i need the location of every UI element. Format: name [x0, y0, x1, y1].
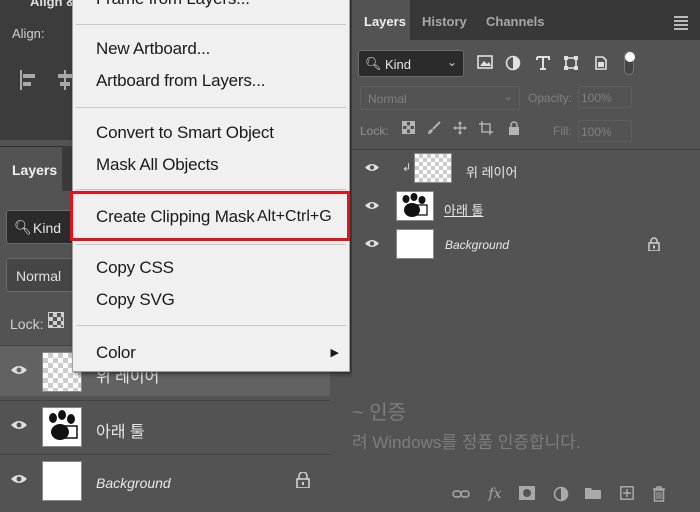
lock-icon	[648, 237, 660, 254]
eye-icon[interactable]	[364, 238, 380, 252]
chevron-down-icon: ⌄	[446, 55, 457, 69]
filter-pixel-layers-icon[interactable]	[476, 55, 494, 73]
kind-filter-left[interactable]: 🔍︎ Kind	[6, 210, 76, 244]
clipping-arrow-icon: ↲	[402, 162, 412, 174]
chevron-down-icon: ⌄	[503, 91, 513, 103]
menu-separator	[76, 189, 346, 190]
tab-history-label: History	[422, 14, 467, 29]
filter-type-layers-icon[interactable]	[534, 55, 552, 73]
opacity-field[interactable]: 100%	[578, 86, 632, 108]
move-icon[interactable]	[452, 121, 468, 137]
align-left-edges-icon[interactable]	[20, 70, 38, 90]
layer-context-menu: Frame from Layers... New Artboard... Art…	[72, 0, 350, 372]
trash-icon[interactable]	[650, 486, 668, 504]
eye-icon[interactable]	[364, 200, 380, 214]
eye-icon[interactable]	[364, 162, 380, 176]
filter-toggle-switch[interactable]	[624, 51, 635, 75]
layer-name: Background	[445, 238, 510, 252]
tab-channels-label: Channels	[486, 14, 545, 29]
blend-mode-dropdown[interactable]: Normal ⌄	[360, 86, 520, 110]
activation-watermark-title: ~ 인증	[352, 402, 407, 424]
lock-transparent-pixels-icon[interactable]	[400, 121, 416, 137]
submenu-arrow-icon: ▶	[330, 347, 339, 359]
blend-mode-value: Normal	[368, 92, 407, 106]
menu-item-artboard-from-layers[interactable]: Artboard from Layers...	[96, 71, 265, 91]
layer-name: Background	[96, 475, 171, 491]
menu-item-frame-from-layers[interactable]: Frame from Layers...	[96, 0, 250, 9]
tabbar-right: Layers History Channels	[352, 0, 700, 40]
layer-row[interactable]: Background	[0, 454, 330, 505]
activation-watermark-text: 려 Windows를 정품 인증합니다.	[352, 433, 581, 452]
artboard-icon[interactable]	[478, 121, 494, 137]
kind-filter-right[interactable]: 🔍︎ Kind ⌄	[358, 50, 464, 77]
layer-name: 아래 툴	[444, 203, 484, 218]
fill-field[interactable]: 100%	[578, 120, 632, 142]
lock-label: Lock:	[360, 124, 389, 138]
layer-thumbnail	[42, 461, 82, 501]
fx-icon[interactable]: fx	[486, 486, 504, 504]
lock-icon[interactable]	[506, 121, 522, 137]
filter-shape-layers-icon[interactable]	[562, 55, 580, 73]
filter-adjustment-layers-icon[interactable]	[504, 55, 522, 73]
menu-item-copy-svg[interactable]: Copy SVG	[96, 290, 175, 310]
search-icon: 🔍︎	[365, 56, 382, 71]
tab-layers-label: Layers	[364, 14, 406, 29]
menu-separator	[76, 107, 346, 108]
menu-separator	[76, 24, 346, 25]
lock-transparent-pixels-icon[interactable]	[48, 312, 64, 328]
menu-item-new-artboard[interactable]: New Artboard...	[96, 39, 210, 59]
align-panel-title: Align &	[30, 0, 76, 9]
lock-label-left: Lock:	[10, 316, 44, 332]
menu-item-mask-all-objects[interactable]: Mask All Objects	[96, 155, 219, 175]
opacity-label: Opacity:	[528, 91, 573, 105]
paw-print-thumbnail	[42, 407, 82, 447]
highlight-box	[70, 191, 350, 241]
layer-name: 아래 툴	[96, 424, 145, 441]
opacity-value: 100%	[581, 91, 612, 105]
layers-bottom-toolbar: fx	[352, 480, 700, 512]
tab-channels[interactable]: Channels	[476, 0, 556, 40]
menu-item-convert-to-smart-object[interactable]: Convert to Smart Object	[96, 123, 274, 143]
eye-icon[interactable]	[10, 419, 28, 434]
brush-icon[interactable]	[426, 121, 442, 137]
new-adjustment-layer-icon[interactable]	[552, 486, 570, 504]
kind-filter-right-label: Kind	[385, 57, 412, 72]
fill-value: 100%	[581, 125, 612, 139]
new-layer-icon[interactable]	[618, 486, 636, 504]
panel-menu-icon[interactable]	[674, 16, 688, 32]
layer-name: 위 레이어	[466, 165, 518, 180]
layer-row[interactable]: Background	[352, 226, 700, 264]
layer-row[interactable]: 아래 툴	[352, 188, 700, 226]
tab-layers-left-label: Layers	[12, 162, 58, 178]
eye-icon[interactable]	[10, 364, 28, 379]
tab-layers[interactable]: Layers	[352, 0, 410, 40]
search-icon: 🔍︎	[14, 219, 32, 235]
add-mask-icon[interactable]	[518, 486, 536, 504]
tab-history[interactable]: History	[410, 0, 476, 40]
eye-icon[interactable]	[10, 473, 28, 488]
menu-separator	[76, 244, 346, 245]
paw-print-thumbnail	[396, 191, 434, 221]
layer-row[interactable]: ↲ 위 레이어	[352, 150, 700, 188]
link-layers-icon[interactable]	[452, 486, 470, 504]
lock-icon	[296, 471, 310, 491]
filter-smart-objects-icon[interactable]	[592, 55, 610, 73]
blend-mode-left-label: Normal	[16, 268, 62, 284]
layer-thumbnail	[396, 229, 434, 259]
tab-layers-left[interactable]: Layers	[0, 146, 62, 191]
layer-thumbnail	[414, 153, 452, 183]
menu-separator	[76, 325, 346, 326]
blend-mode-left[interactable]: Normal	[6, 258, 76, 292]
menu-item-copy-css[interactable]: Copy CSS	[96, 258, 174, 278]
fill-label: Fill:	[553, 124, 572, 138]
folder-icon[interactable]	[584, 486, 602, 504]
kind-filter-left-label: Kind	[33, 220, 62, 236]
menu-item-color[interactable]: Color	[96, 343, 136, 363]
align-label: Align:	[12, 26, 45, 41]
layer-row[interactable]: 아래 툴	[0, 400, 330, 451]
